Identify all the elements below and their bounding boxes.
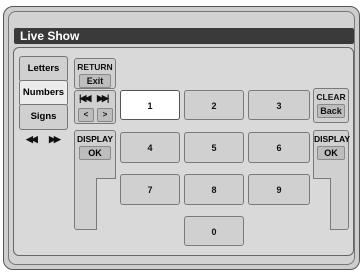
clear-key[interactable]: CLEAR Back [313,88,349,123]
digit-key-7[interactable]: 7 [120,174,180,205]
cursor-left-button[interactable]: < [78,108,94,122]
return-label: RETURN [77,62,113,72]
digit-key-4[interactable]: 4 [120,132,180,163]
display-left-notch [96,178,116,230]
exit-button[interactable]: Exit [79,74,111,88]
digit-key-5[interactable]: 5 [184,132,244,163]
display-left-label: DISPLAY [76,134,114,144]
digit-key-2[interactable]: 2 [184,90,244,120]
display-right-label: DISPLAY [314,134,351,144]
tab-signs[interactable]: Signs [19,104,68,130]
display-right-ok-button[interactable]: OK [317,146,345,160]
skip-forward-icon[interactable]: ▶▶| [97,93,109,104]
digit-key-0[interactable]: 0 [184,216,244,246]
digit-key-1[interactable]: 1 [120,90,180,120]
digit-key-8[interactable]: 8 [184,174,244,205]
rewind-icon[interactable]: ◀◀ [26,134,38,145]
skip-back-icon[interactable]: |◀◀ [79,93,91,104]
cursor-right-button[interactable]: > [97,108,113,122]
tab-letters[interactable]: Letters [19,56,68,82]
return-key[interactable]: RETURN Exit [74,58,116,89]
fast-forward-icon[interactable]: ▶▶ [49,134,61,145]
window-title: Live Show [14,28,354,44]
clear-label: CLEAR [316,92,346,102]
display-right-notch [313,178,331,230]
digit-key-3[interactable]: 3 [248,90,310,120]
digit-key-6[interactable]: 6 [248,132,310,163]
digit-key-9[interactable]: 9 [248,174,310,205]
tab-numbers[interactable]: Numbers [19,80,68,106]
display-left-ok-button[interactable]: OK [79,146,111,160]
cursor-block: |◀◀ ▶▶| < > [74,90,116,124]
back-button[interactable]: Back [317,104,345,118]
